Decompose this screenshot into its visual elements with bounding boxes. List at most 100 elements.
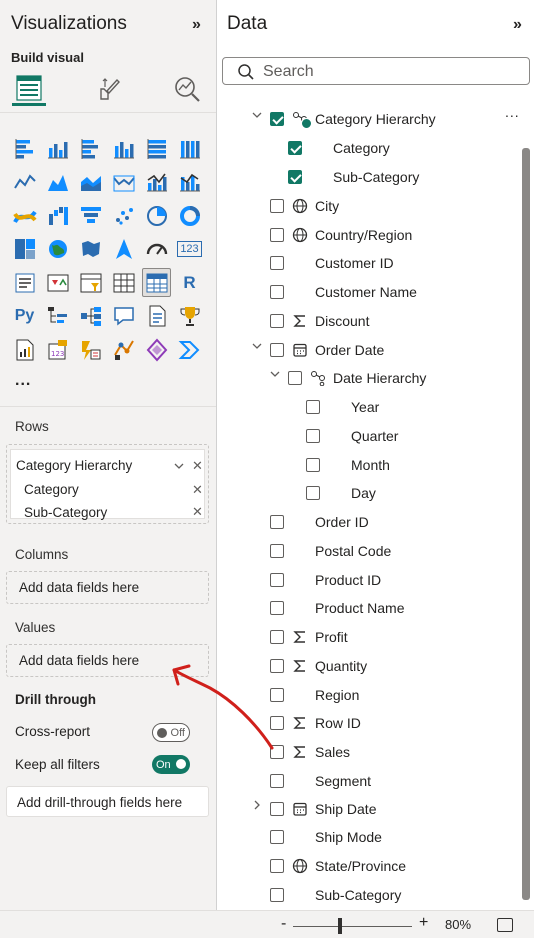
remove-field-icon[interactable]: ✕ xyxy=(192,504,203,520)
treemap-icon[interactable] xyxy=(10,235,39,264)
field-checkbox[interactable] xyxy=(270,573,284,587)
field-label[interactable]: Ship Mode xyxy=(315,829,382,849)
field-checkbox[interactable] xyxy=(306,429,320,443)
more-options-button[interactable]: ... xyxy=(505,104,520,120)
field-checkbox[interactable] xyxy=(270,888,284,902)
python-visual-icon[interactable]: Py xyxy=(10,302,39,331)
field-checkbox[interactable] xyxy=(270,601,284,615)
gauge-icon[interactable] xyxy=(142,235,171,264)
100-column-icon[interactable] xyxy=(175,134,204,163)
remove-field-icon[interactable]: ✕ xyxy=(192,458,203,474)
field-checkbox[interactable] xyxy=(270,688,284,702)
chevron-down-icon[interactable] xyxy=(270,368,280,383)
kpi-icon[interactable] xyxy=(43,268,72,297)
fit-to-page-icon[interactable] xyxy=(497,918,513,932)
zoom-slider-thumb[interactable] xyxy=(338,918,342,934)
field-checkbox[interactable] xyxy=(270,314,284,328)
qa-icon[interactable] xyxy=(109,302,138,331)
custom-visual-icon[interactable] xyxy=(142,335,171,364)
field-label[interactable]: Year xyxy=(351,399,379,419)
field-label[interactable]: Customer Name xyxy=(315,284,417,304)
scrollbar[interactable] xyxy=(522,148,530,900)
slicer-icon[interactable] xyxy=(76,268,105,297)
field-checkbox[interactable] xyxy=(270,199,284,213)
rows-field-sub-category[interactable]: Sub-Category xyxy=(24,505,107,520)
table-icon[interactable] xyxy=(109,268,138,297)
field-label[interactable]: Ship Date xyxy=(315,801,376,821)
field-label[interactable]: Quarter xyxy=(351,428,398,448)
field-checkbox[interactable] xyxy=(270,343,284,357)
drill-through-well[interactable]: Add drill-through fields here xyxy=(6,786,209,817)
field-checkbox[interactable] xyxy=(270,659,284,673)
chevron-down-icon[interactable] xyxy=(174,463,184,470)
clustered-column-icon[interactable] xyxy=(109,134,138,163)
field-label[interactable]: Sub-Category xyxy=(333,169,419,189)
multirow-card-icon[interactable] xyxy=(10,268,39,297)
field-checkbox[interactable] xyxy=(270,515,284,529)
field-label[interactable]: City xyxy=(315,198,339,218)
build-visual-tab[interactable] xyxy=(12,72,46,106)
line-column-icon[interactable] xyxy=(142,168,171,197)
field-label[interactable]: Date Hierarchy xyxy=(333,370,426,390)
zoom-slider[interactable] xyxy=(293,926,412,927)
collapse-data-button[interactable]: » xyxy=(513,16,522,34)
field-label[interactable]: Day xyxy=(351,485,376,505)
field-checkbox[interactable] xyxy=(270,802,284,816)
field-checkbox[interactable] xyxy=(288,170,302,184)
field-checkbox[interactable] xyxy=(270,774,284,788)
stacked-bar-icon[interactable] xyxy=(10,134,39,163)
field-label[interactable]: Country/Region xyxy=(315,227,412,247)
field-label[interactable]: Month xyxy=(351,457,390,477)
values-well[interactable]: Add data fields here xyxy=(6,644,209,677)
powerautomate2-icon[interactable] xyxy=(175,335,204,364)
field-label[interactable]: Customer ID xyxy=(315,255,394,275)
scatter-icon[interactable] xyxy=(109,201,138,230)
zoom-out-button[interactable]: - xyxy=(281,915,286,933)
azure-map-icon[interactable] xyxy=(109,235,138,264)
field-label[interactable]: Sales xyxy=(315,744,350,764)
field-label[interactable]: Category Hierarchy xyxy=(315,111,436,131)
field-checkbox[interactable] xyxy=(306,486,320,500)
field-checkbox[interactable] xyxy=(270,716,284,730)
field-checkbox[interactable] xyxy=(270,859,284,873)
chevron-right-icon[interactable] xyxy=(252,799,262,814)
field-checkbox[interactable] xyxy=(288,371,302,385)
field-label[interactable]: Region xyxy=(315,687,359,707)
pie-icon[interactable] xyxy=(142,201,171,230)
field-label[interactable]: Order Date xyxy=(315,342,384,362)
field-checkbox[interactable] xyxy=(270,228,284,242)
field-checkbox[interactable] xyxy=(270,285,284,299)
field-label[interactable]: Postal Code xyxy=(315,543,391,563)
line-icon[interactable] xyxy=(10,168,39,197)
field-label[interactable]: Category xyxy=(333,140,390,160)
r-visual-icon[interactable]: R xyxy=(175,268,204,297)
key-influencers-icon[interactable] xyxy=(43,302,72,331)
field-label[interactable]: Sub-Category xyxy=(315,887,401,907)
more-visuals-button[interactable]: ... xyxy=(15,372,31,390)
remove-field-icon[interactable]: ✕ xyxy=(192,482,203,498)
clustered-bar-icon[interactable] xyxy=(76,134,105,163)
field-checkbox[interactable] xyxy=(270,544,284,558)
rows-field-category[interactable]: Category xyxy=(24,482,79,497)
field-label[interactable]: Product Name xyxy=(315,600,404,620)
map-icon[interactable] xyxy=(43,235,72,264)
cross-report-toggle[interactable]: Off xyxy=(152,723,190,742)
chevron-down-icon[interactable] xyxy=(252,340,262,355)
keep-all-filters-toggle[interactable]: On xyxy=(152,755,190,774)
field-label[interactable]: Profit xyxy=(315,629,348,649)
rows-field-category-hierarchy[interactable]: Category Hierarchy xyxy=(16,458,132,473)
area-icon[interactable] xyxy=(43,168,72,197)
arcgis-icon[interactable] xyxy=(109,335,138,364)
metrics-icon[interactable] xyxy=(175,302,204,331)
rows-well[interactable]: Category Hierarchy ✕ Category ✕ Sub-Cate… xyxy=(6,444,209,524)
zoom-in-button[interactable]: + xyxy=(419,914,428,932)
power-apps-icon[interactable]: 123 xyxy=(43,335,72,364)
field-label[interactable]: Discount xyxy=(315,313,369,333)
donut-icon[interactable] xyxy=(175,201,204,230)
columns-well[interactable]: Add data fields here xyxy=(6,571,209,604)
stacked-area-icon[interactable] xyxy=(76,168,105,197)
100-bar-icon[interactable] xyxy=(142,134,171,163)
line-clustered-icon[interactable] xyxy=(175,168,204,197)
ribbon-line-icon[interactable] xyxy=(109,168,138,197)
field-checkbox[interactable] xyxy=(288,141,302,155)
